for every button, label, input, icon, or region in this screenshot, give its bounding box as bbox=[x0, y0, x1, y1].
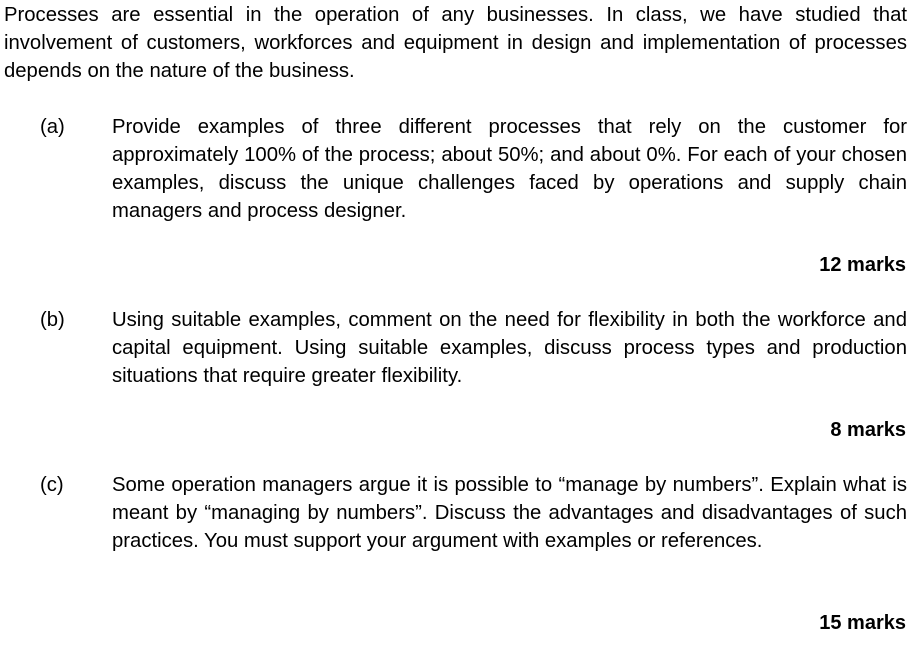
question-text: Some operation managers argue it is poss… bbox=[112, 474, 907, 552]
question-label: (a) bbox=[40, 116, 65, 138]
question-text: Using suitable examples, comment on the … bbox=[112, 309, 907, 387]
intro-paragraph: Processes are essential in the operation… bbox=[4, 4, 907, 82]
question-a-marks: 12 marks bbox=[819, 254, 906, 276]
question-b-marks: 8 marks bbox=[830, 419, 906, 441]
question-text: Provide examples of three different proc… bbox=[112, 116, 907, 222]
question-c-marks: 15 marks bbox=[819, 612, 906, 634]
question-label: (b) bbox=[40, 309, 65, 331]
question-label: (c) bbox=[40, 474, 64, 496]
